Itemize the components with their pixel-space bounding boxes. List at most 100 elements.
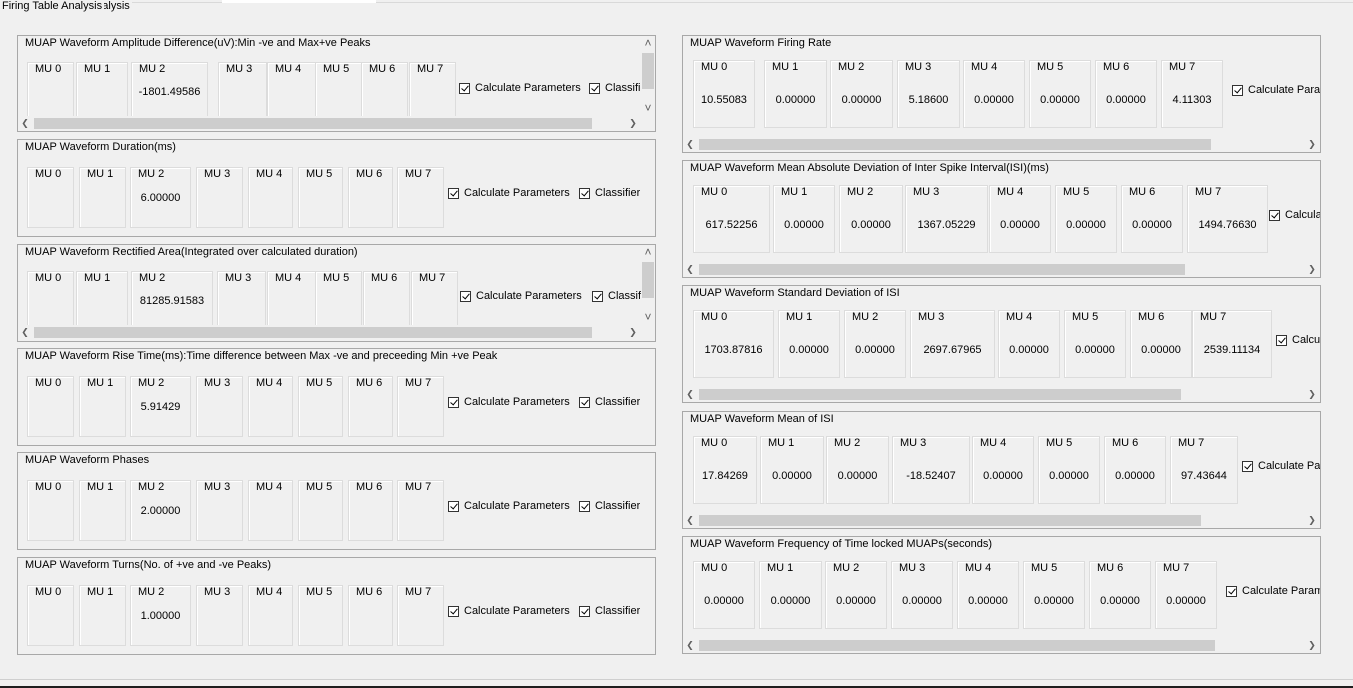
mu-value: 0.00000 xyxy=(784,219,824,231)
scrollbar-thumb[interactable] xyxy=(699,515,1201,526)
classifier-checkbox[interactable]: Classifier xyxy=(579,187,640,199)
calculate-parameters-checkbox[interactable]: Calculate Parameters xyxy=(1242,460,1320,472)
calculate-parameters-checkbox[interactable]: Calculate Parameters xyxy=(1226,585,1320,597)
mu-label: MU 2 xyxy=(138,586,165,598)
mu-value: 1494.76630 xyxy=(1198,219,1257,231)
mu-label: MU 0 xyxy=(701,311,728,323)
checkbox-checked-icon xyxy=(1269,209,1280,221)
mu-label: MU 3 xyxy=(226,63,253,75)
mu-cell-7: MU 7 1494.76630 xyxy=(1187,185,1268,253)
calculate-parameters-checkbox[interactable]: Calculate Parameters xyxy=(459,82,581,94)
mu-value: 0.00000 xyxy=(837,470,878,482)
calculate-parameters-checkbox[interactable]: Calculate Parameters xyxy=(448,605,570,617)
classifier-checkbox[interactable]: Classifier xyxy=(579,605,640,617)
horizontal-scrollbar[interactable]: ❮ ❯ xyxy=(683,638,1320,652)
scroll-left-icon[interactable]: ❮ xyxy=(683,137,697,151)
checkbox-label: Classifier xyxy=(605,82,641,94)
classifier-checkbox[interactable]: Classifier xyxy=(589,82,641,94)
horizontal-scrollbar[interactable]: ❮ ❯ xyxy=(18,116,641,130)
classifier-checkbox[interactable]: Classifier xyxy=(579,500,640,512)
mu-label: MU 0 xyxy=(35,63,62,75)
scroll-down-icon[interactable]: ˅ xyxy=(641,310,655,324)
panel-content: MU 0 MU 1 MU 2 5.91429 MU 3 MU 4 MU 5 MU 6 MU 7 C… xyxy=(18,349,655,445)
checkbox-label: Calculate Parameters xyxy=(464,396,570,408)
scroll-left-icon[interactable]: ❮ xyxy=(683,513,697,527)
scroll-up-icon[interactable]: ˄ xyxy=(641,36,655,50)
mu-value: 0.00000 xyxy=(704,595,744,607)
scroll-right-icon[interactable]: ❯ xyxy=(1305,137,1319,151)
horizontal-scrollbar[interactable]: ❮ ❯ xyxy=(683,513,1320,527)
scrollbar-thumb[interactable] xyxy=(642,262,654,298)
horizontal-scrollbar[interactable]: ❮ ❯ xyxy=(18,325,641,339)
calculate-parameters-checkbox[interactable]: Calculate Parameters xyxy=(448,187,570,199)
scroll-left-icon[interactable]: ❮ xyxy=(18,116,32,130)
classifier-checkbox[interactable]: Classifier xyxy=(579,396,640,408)
vertical-scrollbar[interactable]: ˄ ˅ xyxy=(641,36,655,116)
mu-value: 0.00000 xyxy=(1049,470,1089,482)
mu-label: MU 5 xyxy=(1037,61,1064,73)
mu-cell-5: MU 5 0.00000 xyxy=(1038,436,1100,504)
mu-label: MU 0 xyxy=(35,377,62,389)
mu-label: MU 7 xyxy=(1169,61,1196,73)
scroll-left-icon[interactable]: ❮ xyxy=(683,638,697,652)
scroll-right-icon[interactable]: ❯ xyxy=(1305,262,1319,276)
scroll-right-icon[interactable]: ❯ xyxy=(1305,513,1319,527)
mu-cell-3: MU 3 xyxy=(196,167,243,228)
scrollbar-thumb[interactable] xyxy=(34,327,592,338)
calculate-parameters-checkbox[interactable]: Calculate Parameters xyxy=(448,396,570,408)
horizontal-scrollbar[interactable]: ❮ ❯ xyxy=(683,137,1320,151)
mu-cell-7: MU 7 xyxy=(397,480,444,541)
scrollbar-thumb[interactable] xyxy=(642,53,654,89)
horizontal-scrollbar[interactable]: ❮ ❯ xyxy=(683,387,1320,401)
mu-label: MU 6 xyxy=(1129,186,1156,198)
mu-label: MU 7 xyxy=(405,481,432,493)
left-panel: MUAP Waveform Duration(ms) MU 0 MU 1 MU 2 6.… xyxy=(17,139,656,237)
mu-label: MU 6 xyxy=(371,272,398,284)
scroll-left-icon[interactable]: ❮ xyxy=(683,387,697,401)
calculate-parameters-checkbox[interactable]: Calculate Parameters xyxy=(1269,209,1320,221)
mu-label: MU 6 xyxy=(356,377,383,389)
mu-label: MU 0 xyxy=(35,481,62,493)
scroll-right-icon[interactable]: ❯ xyxy=(626,116,640,130)
mu-label: MU 2 xyxy=(833,562,860,574)
calculate-parameters-checkbox[interactable]: Calculate Parameters xyxy=(1276,334,1320,346)
checkbox-label: Calculate Parameters xyxy=(476,290,582,302)
checkbox-checked-icon xyxy=(579,396,590,408)
mu-cell-0: MU 0 xyxy=(27,62,74,116)
mu-cell-3: MU 3 xyxy=(218,62,267,116)
scrollbar-thumb[interactable] xyxy=(34,118,592,129)
calculate-parameters-checkbox[interactable]: Calculate Parameters xyxy=(460,290,582,302)
right-panel: MUAP Waveform Mean Absolute Deviation of… xyxy=(682,160,1321,278)
scrollbar-thumb[interactable] xyxy=(699,389,1181,400)
mu-cell-7: MU 7 4.11303 xyxy=(1161,60,1223,128)
mu-cell-6: MU 6 xyxy=(361,62,408,116)
mu-cell-4: MU 4 xyxy=(267,62,317,116)
mu-label: MU 0 xyxy=(35,168,62,180)
panel-content: MU 0 0.00000 MU 1 0.00000 MU 2 0.00000 MU 3 0.0… xyxy=(683,537,1320,638)
scrollbar-thumb[interactable] xyxy=(699,640,1215,651)
scrollbar-thumb[interactable] xyxy=(699,264,1185,275)
mu-label: MU 4 xyxy=(980,437,1007,449)
scroll-down-icon[interactable]: ˅ xyxy=(641,101,655,115)
mu-label: MU 7 xyxy=(1195,186,1222,198)
panel-content: MU 0 MU 1 MU 2 -1801.49586 MU 3 MU 4 MU 5 MU 6 M… xyxy=(18,36,641,116)
scroll-left-icon[interactable]: ❮ xyxy=(18,325,32,339)
mu-label: MU 1 xyxy=(87,168,114,180)
calculate-parameters-checkbox[interactable]: Calculate Parameters xyxy=(448,500,570,512)
scroll-right-icon[interactable]: ❯ xyxy=(1305,638,1319,652)
mu-cell-5: MU 5 0.00000 xyxy=(1029,60,1091,128)
horizontal-scrollbar[interactable]: ❮ ❯ xyxy=(683,262,1320,276)
scroll-right-icon[interactable]: ❯ xyxy=(626,325,640,339)
vertical-scrollbar[interactable]: ˄ ˅ xyxy=(641,245,655,325)
mu-label: MU 3 xyxy=(204,481,231,493)
mu-cell-1: MU 1 0.00000 xyxy=(759,561,822,629)
classifier-checkbox[interactable]: Classifier xyxy=(592,290,641,302)
scroll-up-icon[interactable]: ˄ xyxy=(641,245,655,259)
mu-value: 0.00000 xyxy=(855,344,895,356)
mu-cell-2: MU 2 0.00000 xyxy=(844,310,906,378)
scroll-left-icon[interactable]: ❮ xyxy=(683,262,697,276)
mu-cell-6: MU 6 0.00000 xyxy=(1104,436,1166,504)
scrollbar-thumb[interactable] xyxy=(699,139,1211,150)
calculate-parameters-checkbox[interactable]: Calculate Parameters xyxy=(1232,84,1320,96)
scroll-right-icon[interactable]: ❯ xyxy=(1305,387,1319,401)
